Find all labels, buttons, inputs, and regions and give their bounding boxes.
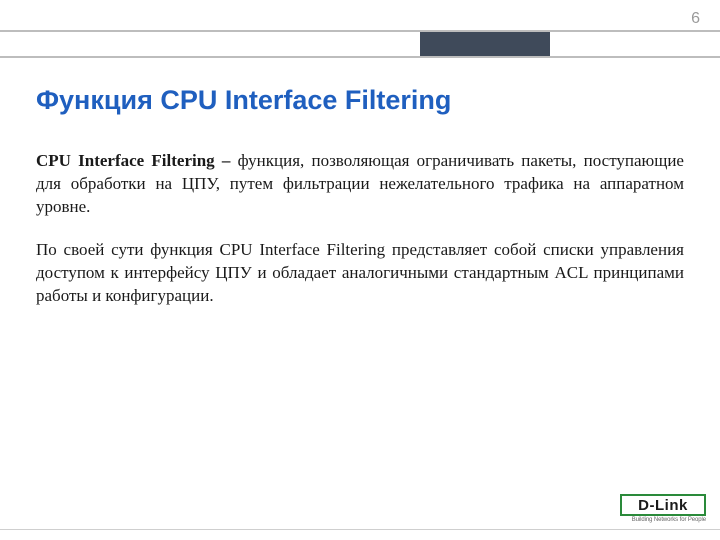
header-rule-bottom [0, 56, 720, 58]
header-bar [0, 30, 720, 58]
paragraph-2: По своей сути функция CPU Interface Filt… [36, 239, 684, 308]
brand-logo-text: D-Link [620, 494, 706, 516]
paragraph-1-lead: CPU Interface Filtering – [36, 151, 238, 170]
footer-rule [0, 529, 720, 530]
header-accent-box [420, 32, 550, 56]
page-number: 6 [691, 10, 700, 28]
paragraph-1: CPU Interface Filtering – функция, позво… [36, 150, 684, 219]
brand-logo-tagline: Building Networks for People [610, 517, 706, 523]
body-content: CPU Interface Filtering – функция, позво… [36, 150, 684, 328]
brand-logo: D-Link Building Networks for People [610, 494, 706, 528]
header-rule-top [0, 30, 720, 32]
page-title: Функция CPU Interface Filtering [36, 85, 451, 116]
